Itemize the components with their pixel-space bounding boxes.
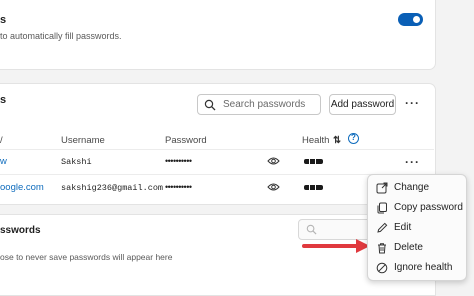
eye-icon[interactable] bbox=[267, 182, 280, 192]
external-link-icon bbox=[376, 182, 388, 194]
row-divider bbox=[0, 149, 434, 150]
row-more-button[interactable]: ··· bbox=[405, 155, 420, 169]
annotation-arrow-icon bbox=[302, 239, 370, 253]
trash-icon bbox=[378, 243, 386, 254]
toggle-knob bbox=[413, 16, 420, 23]
menu-item-label: Ignore health bbox=[394, 262, 453, 273]
row-site-link[interactable]: oogle.com bbox=[0, 182, 44, 193]
saved-more-button[interactable]: ··· bbox=[405, 96, 420, 110]
column-header-username: Username bbox=[61, 135, 105, 146]
pencil-icon bbox=[377, 222, 388, 233]
menu-item-copy-password[interactable]: Copy password bbox=[368, 198, 466, 218]
menu-item-label: Delete bbox=[394, 242, 423, 253]
menu-item-delete[interactable]: Delete bbox=[368, 238, 466, 258]
add-password-button[interactable]: Add password bbox=[329, 94, 396, 115]
search-icon bbox=[204, 99, 216, 111]
search-passwords-box[interactable]: Search passwords bbox=[197, 94, 321, 115]
menu-item-ignore-health[interactable]: Ignore health bbox=[368, 258, 466, 278]
column-header-site: / bbox=[0, 135, 3, 146]
never-saved-description: ose to never save passwords will appear … bbox=[0, 252, 173, 262]
row-context-menu: Change Copy password Edit Delete Ignore … bbox=[367, 174, 467, 281]
prohibited-icon bbox=[376, 262, 388, 274]
autofill-title: s bbox=[0, 14, 7, 26]
row-username: sakshig236@gmail.com bbox=[61, 183, 164, 193]
autofill-description: to automatically fill passwords. bbox=[0, 31, 122, 41]
row-password: •••••••••• bbox=[165, 156, 192, 166]
health-strength-bar bbox=[304, 185, 323, 190]
search-icon bbox=[306, 224, 317, 235]
row-username: Sakshi bbox=[61, 157, 92, 167]
menu-item-edit[interactable]: Edit bbox=[368, 218, 466, 238]
search-input[interactable]: Search passwords bbox=[223, 99, 305, 110]
menu-item-label: Edit bbox=[394, 222, 412, 233]
column-header-password: Password bbox=[165, 135, 207, 146]
copy-icon bbox=[377, 202, 387, 214]
row-password: •••••••••• bbox=[165, 182, 192, 192]
column-header-health[interactable]: Health bbox=[302, 135, 329, 146]
help-icon[interactable]: ? bbox=[348, 133, 359, 144]
menu-item-label: Change bbox=[394, 182, 430, 193]
never-saved-title: sswords bbox=[0, 225, 41, 236]
sort-icon[interactable]: ⇅ bbox=[333, 135, 341, 146]
saved-passwords-title: s bbox=[0, 94, 7, 106]
eye-icon[interactable] bbox=[267, 156, 280, 166]
health-strength-bar bbox=[304, 159, 323, 164]
menu-item-change[interactable]: Change bbox=[368, 178, 466, 198]
menu-item-label: Copy password bbox=[394, 202, 463, 213]
row-site-link[interactable]: w bbox=[0, 156, 7, 167]
autofill-toggle[interactable] bbox=[398, 13, 423, 26]
